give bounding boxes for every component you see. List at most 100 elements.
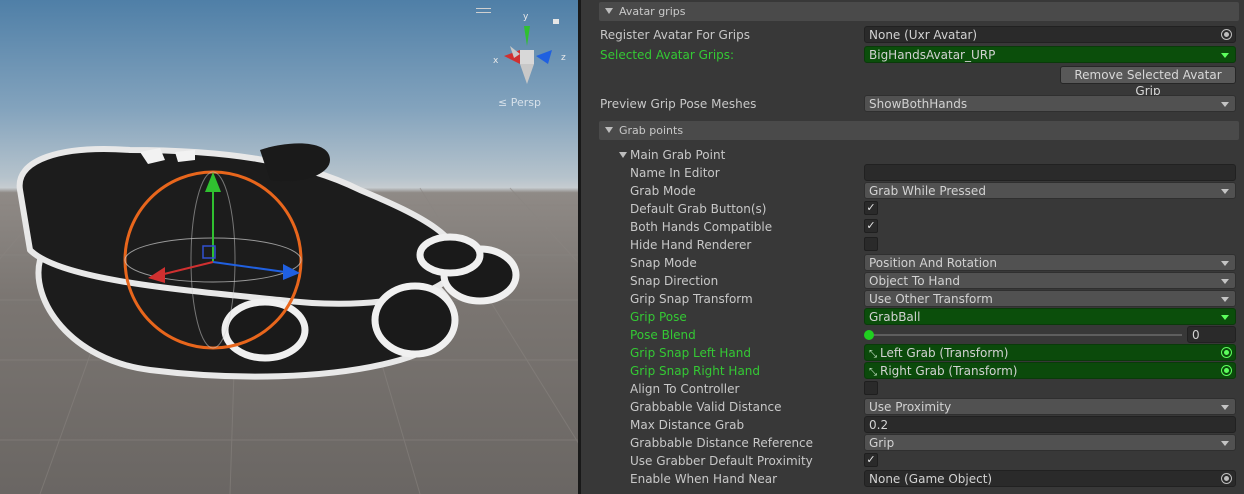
grip-snap-transform-label: Grip Snap Transform	[630, 292, 753, 306]
main-grab-point-row[interactable]: Main Grab Point	[581, 146, 1244, 164]
chevron-down-icon	[1221, 315, 1229, 320]
avatar-grips-header-label: Avatar grips	[619, 5, 686, 18]
projection-toggle[interactable]: ≤ Persp	[498, 96, 541, 109]
valid-distance-row: Grabbable Valid Distance Use Proximity	[581, 398, 1244, 416]
preview-meshes-row: Preview Grip Pose Meshes ShowBothHands	[581, 95, 1244, 113]
selected-grips-dropdown[interactable]: BigHandsAvatar_URP	[864, 46, 1236, 63]
default-grab-buttons-label: Default Grab Button(s)	[630, 202, 767, 216]
grip-snap-right-value: Right Grab (Transform)	[880, 364, 1018, 378]
grab-points-header-label: Grab points	[619, 124, 684, 137]
axis-x-label: x	[493, 56, 499, 66]
chevron-down-icon	[1221, 102, 1229, 107]
snap-direction-label: Snap Direction	[630, 274, 719, 288]
register-avatar-row: Register Avatar For Grips None (Uxr Avat…	[581, 26, 1244, 44]
chevron-down-icon	[1221, 405, 1229, 410]
object-picker-icon[interactable]	[1221, 347, 1232, 358]
grip-pose-row: Grip Pose GrabBall	[581, 308, 1244, 326]
align-to-controller-checkbox[interactable]	[864, 381, 878, 395]
chevron-down-icon	[1221, 279, 1229, 284]
distance-reference-dropdown[interactable]: Grip	[864, 434, 1236, 451]
foldout-arrow-icon[interactable]	[619, 152, 627, 158]
align-to-controller-row: Align To Controller	[581, 380, 1244, 398]
foldout-arrow-icon[interactable]	[605, 127, 613, 133]
inspector-panel: Avatar grips Register Avatar For Grips N…	[581, 0, 1244, 494]
enable-when-near-label: Enable When Hand Near	[630, 472, 778, 486]
align-to-controller-label: Align To Controller	[630, 382, 740, 396]
max-distance-input[interactable]: 0.2	[864, 416, 1236, 433]
snap-mode-value: Position And Rotation	[869, 256, 997, 270]
name-in-editor-row: Name In Editor	[581, 164, 1244, 182]
object-picker-icon[interactable]	[1221, 365, 1232, 376]
register-avatar-field[interactable]: None (Uxr Avatar)	[864, 26, 1236, 43]
pose-blend-input[interactable]: 0	[1187, 326, 1236, 343]
grip-snap-right-field[interactable]: ⤡ Right Grab (Transform)	[864, 362, 1236, 379]
distance-reference-value: Grip	[869, 436, 895, 450]
max-distance-value: 0.2	[869, 418, 889, 432]
pose-blend-label: Pose Blend	[630, 328, 696, 342]
grab-mode-row: Grab Mode Grab While Pressed	[581, 182, 1244, 200]
scene-view[interactable]: y x z ≤ Persp	[0, 0, 578, 494]
selected-grips-row: Selected Avatar Grips: BigHandsAvatar_UR…	[581, 46, 1244, 64]
both-hands-label: Both Hands Compatible	[630, 220, 773, 234]
register-avatar-value: None (Uxr Avatar)	[869, 28, 978, 42]
avatar-grips-foldout[interactable]: Avatar grips	[599, 2, 1239, 21]
valid-distance-value: Use Proximity	[869, 400, 952, 414]
register-avatar-label: Register Avatar For Grips	[600, 28, 750, 42]
axis-y-label: y	[523, 12, 529, 22]
preview-meshes-dropdown[interactable]: ShowBothHands	[864, 95, 1236, 112]
use-grabber-proximity-checkbox[interactable]: ✓	[864, 453, 878, 467]
preview-meshes-label: Preview Grip Pose Meshes	[600, 97, 757, 111]
hide-hand-renderer-checkbox[interactable]	[864, 237, 878, 251]
grip-snap-left-field[interactable]: ⤡ Left Grab (Transform)	[864, 344, 1236, 361]
main-grab-point-label: Main Grab Point	[630, 148, 726, 162]
orientation-gizmo[interactable]	[490, 16, 570, 96]
grip-pose-dropdown[interactable]: GrabBall	[864, 308, 1236, 325]
hide-hand-renderer-row: Hide Hand Renderer	[581, 236, 1244, 254]
grip-snap-left-label: Grip Snap Left Hand	[630, 346, 751, 360]
snap-mode-dropdown[interactable]: Position And Rotation	[864, 254, 1236, 271]
distance-reference-row: Grabbable Distance Reference Grip	[581, 434, 1244, 452]
object-picker-icon[interactable]	[1221, 473, 1232, 484]
pose-blend-row: Pose Blend 0	[581, 326, 1244, 344]
grip-snap-transform-dropdown[interactable]: Use Other Transform	[864, 290, 1236, 307]
transform-icon: ⤡	[869, 367, 877, 378]
grab-mode-value: Grab While Pressed	[869, 184, 986, 198]
grab-mode-dropdown[interactable]: Grab While Pressed	[864, 182, 1236, 199]
use-grabber-proximity-row: Use Grabber Default Proximity ✓	[581, 452, 1244, 470]
grip-snap-right-label: Grip Snap Right Hand	[630, 364, 761, 378]
grip-snap-left-row: Grip Snap Left Hand ⤡ Left Grab (Transfor…	[581, 344, 1244, 362]
preview-meshes-value: ShowBothHands	[869, 97, 968, 111]
axis-z-label: z	[561, 53, 566, 63]
snap-direction-value: Object To Hand	[869, 274, 960, 288]
chevron-down-icon	[1221, 297, 1229, 302]
object-picker-icon[interactable]	[1221, 29, 1232, 40]
valid-distance-dropdown[interactable]: Use Proximity	[864, 398, 1236, 415]
foldout-arrow-icon[interactable]	[605, 8, 613, 14]
hide-hand-renderer-label: Hide Hand Renderer	[630, 238, 752, 252]
pose-blend-slider-thumb[interactable]	[864, 330, 874, 340]
default-grab-buttons-row: Default Grab Button(s) ✓	[581, 200, 1244, 218]
valid-distance-label: Grabbable Valid Distance	[630, 400, 782, 414]
selected-grips-label: Selected Avatar Grips:	[600, 48, 735, 62]
grip-snap-transform-value: Use Other Transform	[869, 292, 993, 306]
snap-direction-row: Snap Direction Object To Hand	[581, 272, 1244, 290]
chevron-down-icon	[1221, 53, 1229, 58]
enable-when-near-row: Enable When Hand Near None (Game Object)	[581, 470, 1244, 488]
snap-mode-row: Snap Mode Position And Rotation	[581, 254, 1244, 272]
remove-avatar-grip-button[interactable]: Remove Selected Avatar Grip	[1060, 66, 1236, 98]
pose-blend-value: 0	[1192, 328, 1200, 342]
pose-blend-slider-track[interactable]	[868, 334, 1182, 336]
drag-handle[interactable]	[476, 8, 491, 13]
grab-points-foldout[interactable]: Grab points	[599, 121, 1239, 140]
chevron-down-icon	[1221, 441, 1229, 446]
grip-pose-value: GrabBall	[869, 310, 921, 324]
name-in-editor-input[interactable]	[864, 164, 1236, 181]
chevron-down-icon	[1221, 189, 1229, 194]
both-hands-checkbox[interactable]: ✓	[864, 219, 878, 233]
snap-direction-dropdown[interactable]: Object To Hand	[864, 272, 1236, 289]
transform-icon: ⤡	[869, 349, 877, 360]
enable-when-near-field[interactable]: None (Game Object)	[864, 470, 1236, 487]
default-grab-buttons-checkbox[interactable]: ✓	[864, 201, 878, 215]
grip-snap-transform-row: Grip Snap Transform Use Other Transform	[581, 290, 1244, 308]
use-grabber-proximity-label: Use Grabber Default Proximity	[630, 454, 813, 468]
